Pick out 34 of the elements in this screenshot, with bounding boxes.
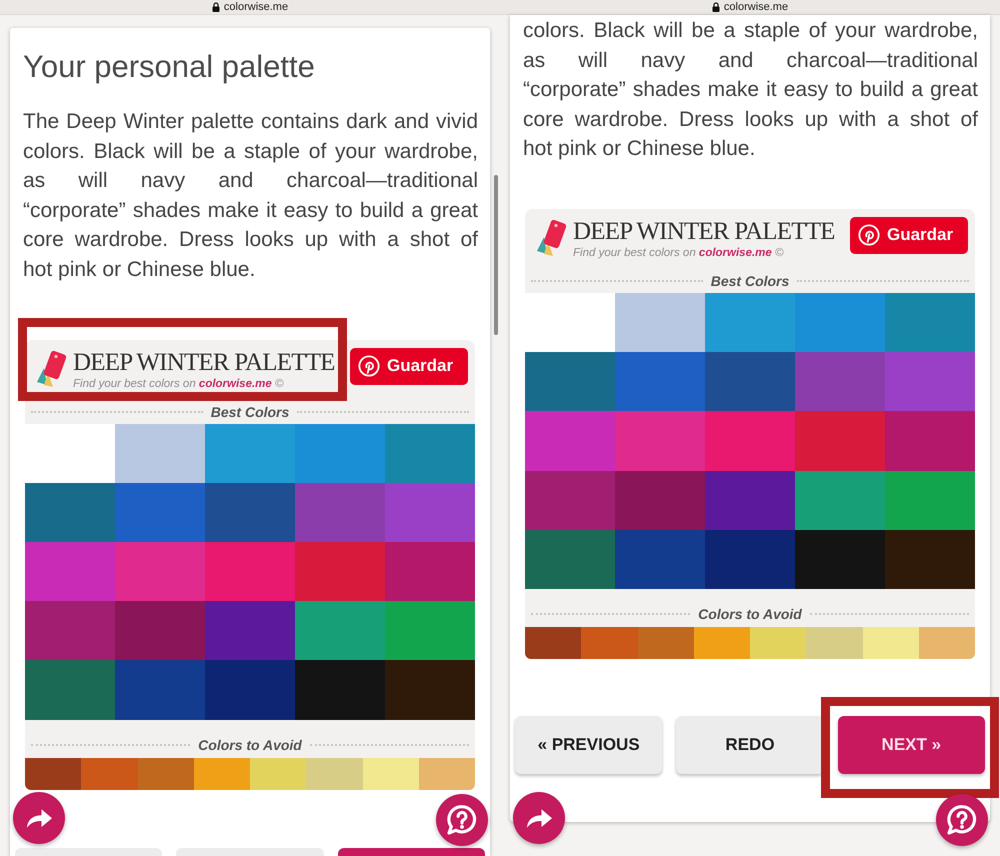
tagline-text: Find your best colors on colorwise.me ©	[573, 246, 784, 260]
save-button[interactable]: Guardar	[850, 216, 968, 254]
page-title: Your personal palette	[23, 48, 316, 85]
nav-button[interactable]: REDO	[676, 716, 824, 774]
share-button[interactable]	[513, 792, 565, 844]
nav-button[interactable]	[338, 848, 485, 856]
question-bubble-icon	[947, 805, 977, 835]
help-button[interactable]	[936, 794, 988, 846]
curved-arrow-icon	[526, 808, 552, 828]
palette-title: DEEP WINTER PALETTE	[73, 350, 335, 376]
palette-logo-icon	[537, 218, 567, 256]
url-text: colorwise.me	[724, 1, 788, 13]
url-text: colorwise.me	[224, 1, 288, 13]
tagline-text: Find your best colors on colorwise.me ©	[73, 376, 284, 391]
palette-title: DEEP WINTER PALETTE	[573, 218, 835, 245]
description-text: colors. Black will be a staple of your wardrobe, as will navy and charcoal—traditional “corporate” shades make it easy to build a great core wardrobe. Dress looks up with a shot of hot pink or Chinese blue.	[523, 18, 978, 162]
save-button[interactable]: Guardar	[350, 348, 468, 385]
section-label: Best Colors	[210, 404, 290, 420]
pin-logo-icon	[858, 224, 880, 246]
address-bar[interactable]: colorwise.me	[500, 0, 1000, 15]
section-label: Colors to Avoid	[198, 736, 302, 753]
description-text: The Deep Winter palette contains dark and vivid colors. Black will be a staple of your wardrobe, as will navy and charcoal—traditional “corporate” shades make it easy to build a great core wardrobe. Dress looks up with a shot of hot pink or Chinese blue.	[23, 109, 478, 283]
lock-icon	[212, 2, 220, 12]
curved-arrow-icon	[26, 808, 52, 828]
scrollbar-thumb[interactable]	[494, 175, 498, 335]
lock-icon	[712, 2, 720, 12]
palette-logo-icon	[37, 350, 67, 387]
section-label: Colors to Avoid	[698, 606, 802, 622]
nav-button[interactable]: « PREVIOUS	[515, 716, 662, 774]
section-label: Best Colors	[710, 272, 790, 289]
question-bubble-icon	[447, 805, 477, 835]
address-bar[interactable]: colorwise.me	[0, 0, 500, 15]
nav-button[interactable]: NEXT »	[838, 716, 985, 774]
pin-logo-icon	[358, 355, 380, 378]
